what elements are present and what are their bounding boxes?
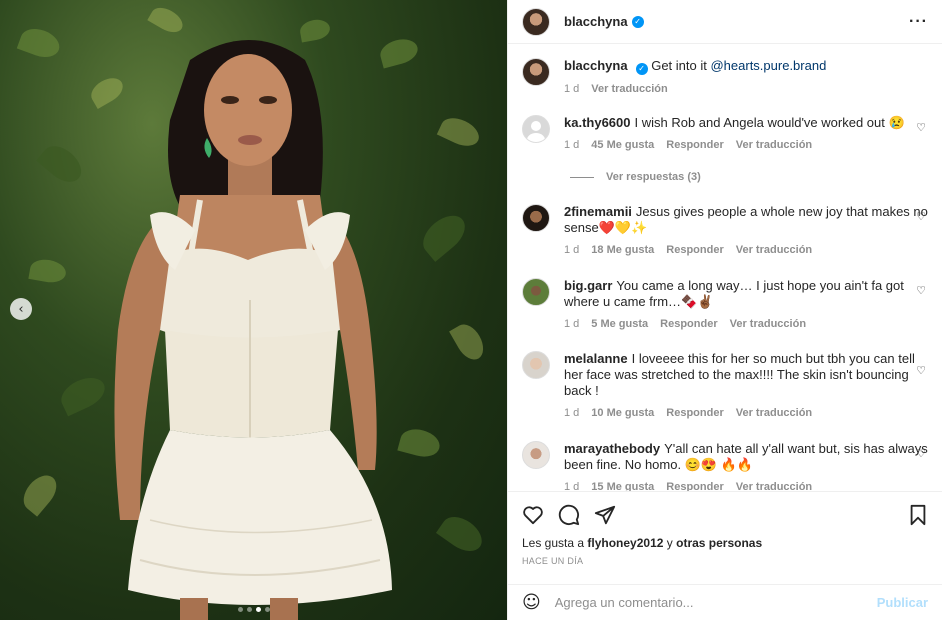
post-modal: ‹ blacchyna ✓ ··· blacchyna ✓ Get into it… [0,0,942,620]
comment-icon[interactable] [558,504,580,526]
translate-link[interactable]: Ver traducción [730,316,806,332]
reply-button[interactable]: Responder [666,137,723,153]
liker-username[interactable]: flyhoney2012 [587,536,663,550]
comment-item: ka.thy6600 I wish Rob and Angela would've… [522,115,932,153]
verified-icon: ✓ [635,63,648,75]
caption: blacchyna ✓ Get into it @hearts.pure.bran… [522,58,932,97]
carousel-dot [264,607,270,612]
comment-text: You came a long way… I just hope you ain… [564,278,904,309]
comment-username[interactable]: 2finemamii [564,204,632,219]
comment-item: big.garr You came a long way… I just hope… [522,278,932,332]
share-icon[interactable] [594,504,616,526]
comment-text: I wish Rob and Angela would've worked ou… [634,115,905,130]
comment-username[interactable]: big.garr [564,278,612,293]
translate-link[interactable]: Ver traducción [736,479,812,491]
likes-prefix: Les gusta a [522,536,585,550]
comment-likes[interactable]: 5 Me gusta [591,316,648,332]
caption-username[interactable]: blacchyna [564,58,628,73]
carousel-dot-active [255,607,261,612]
comment-likes[interactable]: 10 Me gusta [591,405,654,421]
comment-likes[interactable]: 45 Me gusta [591,137,654,153]
woman-figure [114,40,392,620]
carousel-dot [237,607,243,612]
chevron-left-icon[interactable]: ‹ [10,298,32,320]
avatar[interactable] [522,58,550,86]
reply-button[interactable]: Responder [666,479,723,491]
reply-button[interactable]: Responder [660,316,717,332]
post-panel: blacchyna ✓ ··· blacchyna ✓ Get into it @… [507,0,942,620]
comment-item: melalanne I loveeee this for her so much … [522,351,932,421]
avatar[interactable] [522,115,550,143]
heart-icon[interactable]: ♡ [916,447,926,460]
save-icon[interactable] [908,504,928,526]
comment-username[interactable]: marayathebody [564,441,660,456]
reply-button[interactable]: Responder [666,242,723,258]
likes-summary: Les gusta a flyhoney2012 y otras persona… [508,526,942,550]
comment-likes[interactable]: 18 Me gusta [591,242,654,258]
carousel-dots [237,607,270,612]
comment-time: 1 d [564,318,580,330]
comment-username[interactable]: melalanne [564,351,628,366]
post-username[interactable]: blacchyna [564,14,628,29]
add-comment-bar: ☺ Agrega un comentario... Publicar [508,584,942,620]
avatar[interactable] [522,7,550,36]
likes-others[interactable]: otras personas [676,536,762,550]
comment-time: 1 d [564,407,580,419]
comments-list[interactable]: blacchyna ✓ Get into it @hearts.pure.bran… [508,45,942,491]
translate-link[interactable]: Ver traducción [736,137,812,153]
post-time: HACE UN DÍA [522,556,584,566]
translate-link[interactable]: Ver traducción [736,405,812,421]
more-icon[interactable]: ··· [909,13,928,31]
comment-username[interactable]: ka.thy6600 [564,115,631,130]
avatar[interactable] [522,351,550,379]
emoji-icon[interactable]: ☺ [522,592,541,613]
comment-item: 2finemamii Jesus gives people a whole new… [522,204,932,258]
avatar[interactable] [522,204,550,232]
heart-icon[interactable]: ♡ [916,210,926,223]
reply-button[interactable]: Responder [666,405,723,421]
view-replies[interactable]: Ver respuestas (3) [570,171,701,183]
heart-icon[interactable]: ♡ [916,364,926,377]
post-photo[interactable]: ‹ [0,0,507,620]
comment-time: 1 d [564,244,580,256]
comment-item: marayathebody Y'all can hate all y'all wa… [522,441,932,491]
comment-time: 1 d [564,83,580,95]
caption-mention[interactable]: @hearts.pure.brand [710,58,826,73]
avatar[interactable] [522,278,550,306]
heart-icon[interactable]: ♡ [916,284,926,297]
view-replies-label[interactable]: Ver respuestas (3) [606,171,701,183]
heart-icon[interactable]: ♡ [916,121,926,134]
translate-link[interactable]: Ver traducción [736,242,812,258]
translate-link[interactable]: Ver traducción [591,81,667,97]
action-bar: Les gusta a flyhoney2012 y otras persona… [508,491,942,573]
caption-text: Get into it [651,58,707,73]
heart-icon[interactable] [522,505,544,525]
comment-time: 1 d [564,481,580,491]
divider [570,176,594,178]
avatar[interactable] [522,441,550,469]
verified-icon: ✓ [631,15,644,28]
comment-time: 1 d [564,139,580,151]
carousel-dot [246,607,252,612]
publish-button[interactable]: Publicar [877,595,928,610]
comment-likes[interactable]: 15 Me gusta [591,479,654,491]
comment-input[interactable]: Agrega un comentario... [555,595,694,610]
post-header: blacchyna ✓ ··· [508,0,942,44]
likes-middle: y [666,536,673,550]
